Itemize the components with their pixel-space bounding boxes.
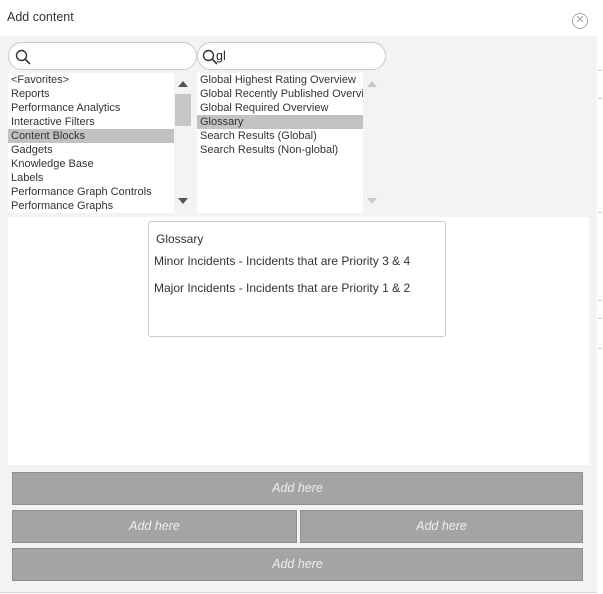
dialog-title: Add content — [7, 10, 74, 24]
scroll-thumb[interactable] — [175, 94, 191, 126]
preview-title: Glossary — [156, 232, 204, 246]
dialog-title-bar: Add content ✕ — [0, 0, 597, 36]
preview-line: Minor Incidents - Incidents that are Pri… — [154, 254, 411, 268]
preview-line: Major Incidents - Incidents that are Pri… — [154, 281, 411, 295]
add-here-bottom[interactable]: Add here — [12, 548, 583, 581]
chevron-down-icon[interactable] — [178, 198, 188, 204]
category-list-item[interactable]: Performance Graphs — [8, 199, 174, 213]
chevron-up-icon[interactable] — [367, 81, 377, 87]
chevron-up-icon[interactable] — [178, 81, 188, 87]
category-list-item[interactable]: Content Blocks — [8, 129, 174, 143]
add-here-middle-left[interactable]: Add here — [12, 510, 297, 543]
preview-area: Glossary Minor Incidents - Incidents tha… — [8, 217, 589, 465]
category-list-item[interactable]: Labels — [8, 171, 174, 185]
category-list-item[interactable]: Gadgets — [8, 143, 174, 157]
content-list-item[interactable]: Global Recently Published Overview — [197, 87, 363, 101]
content-list-item[interactable]: Search Results (Global) — [197, 129, 363, 143]
category-search-box[interactable] — [8, 42, 197, 70]
category-list-item[interactable]: <Favorites> — [8, 73, 174, 87]
add-content-dialog: Add content ✕ <Favorites>ReportsPerforma… — [0, 0, 598, 593]
background-page-edge — [597, 0, 603, 594]
category-list-item[interactable]: Reports — [8, 87, 174, 101]
close-icon[interactable]: ✕ — [572, 13, 588, 29]
search-icon — [15, 49, 31, 65]
content-list-item[interactable]: Glossary — [197, 115, 363, 129]
content-list-item[interactable]: Global Required Overview — [197, 101, 363, 115]
content-item-list: Global Highest Rating Overview Global Rec… — [197, 73, 363, 213]
content-list-item[interactable]: Search Results (Non-global) — [197, 143, 363, 157]
category-scrollbar[interactable] — [174, 73, 192, 213]
add-here-top[interactable]: Add here — [12, 472, 583, 505]
content-search-box[interactable] — [197, 42, 386, 70]
preview-card: Glossary Minor Incidents - Incidents tha… — [148, 221, 446, 337]
chevron-down-icon[interactable] — [367, 198, 377, 204]
category-search-input[interactable] — [31, 46, 171, 66]
content-scrollbar[interactable] — [363, 73, 381, 213]
category-list-item[interactable]: Performance Analytics — [8, 101, 174, 115]
content-list-item[interactable]: Global Highest Rating Overview — [197, 73, 363, 87]
category-list-item[interactable]: Interactive Filters — [8, 115, 174, 129]
category-list: <Favorites> Reports Performance Analytics I… — [8, 73, 174, 213]
category-list-item[interactable]: Knowledge Base — [8, 157, 174, 171]
add-here-middle-right[interactable]: Add here — [300, 510, 583, 543]
content-search-input[interactable] — [216, 46, 356, 66]
category-list-item[interactable]: Performance Graph Controls — [8, 185, 174, 199]
